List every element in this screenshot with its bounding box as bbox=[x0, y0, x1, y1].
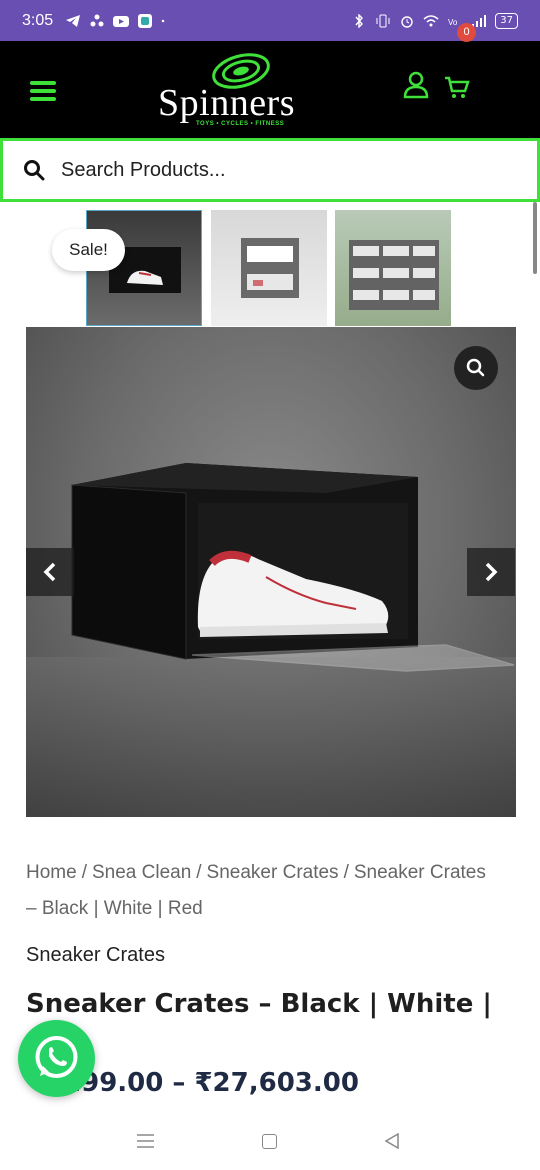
wifi-icon bbox=[423, 14, 439, 26]
main-product-image[interactable] bbox=[26, 327, 516, 817]
whatsapp-chat-button[interactable] bbox=[18, 1020, 95, 1097]
cart-icon[interactable] bbox=[444, 75, 470, 101]
menu-icon[interactable] bbox=[30, 81, 56, 101]
breadcrumb-sneaker-crates[interactable]: Sneaker Crates bbox=[207, 862, 339, 883]
status-time: 3:05 bbox=[22, 11, 54, 29]
gallery-next-button[interactable] bbox=[467, 548, 515, 596]
logo-text: Spinners bbox=[158, 82, 295, 124]
user-account-icon[interactable] bbox=[403, 71, 429, 99]
youtube-icon bbox=[113, 15, 130, 27]
crate-thumbnail-image bbox=[241, 238, 299, 298]
recents-icon[interactable] bbox=[137, 1134, 154, 1148]
whatsapp-icon bbox=[35, 1036, 78, 1078]
system-navigation-bar bbox=[0, 1112, 540, 1170]
zoom-button[interactable] bbox=[454, 346, 498, 390]
chevron-left-icon bbox=[43, 562, 56, 582]
sneaker-crate-image bbox=[26, 463, 516, 817]
zoom-search-icon bbox=[466, 358, 485, 377]
alarm-icon bbox=[401, 15, 413, 28]
chevron-right-icon bbox=[485, 562, 498, 582]
bluetooth-icon bbox=[355, 13, 364, 28]
breadcrumb-separator: / bbox=[196, 862, 202, 883]
breadcrumb-home[interactable]: Home bbox=[26, 862, 77, 883]
search-icon bbox=[24, 160, 45, 181]
search-input[interactable]: Search Products... bbox=[0, 138, 540, 202]
scrollbar[interactable] bbox=[533, 202, 537, 274]
logo-tagline: TOYS • CYCLES • FITNESS bbox=[196, 121, 285, 127]
breadcrumb-snea-clean[interactable]: Snea Clean bbox=[92, 862, 191, 883]
breadcrumb-separator: / bbox=[81, 862, 87, 883]
dot-icon bbox=[161, 19, 165, 22]
fan-icon bbox=[90, 14, 104, 26]
vibrate-icon bbox=[376, 14, 390, 27]
product-title: Sneaker Crates – Black | White | Red bbox=[26, 989, 492, 1019]
product-page: 3:05 Vo 37 Spinners TOYS • CYCLES • FITN… bbox=[0, 0, 540, 1170]
breadcrumb-separator: / bbox=[343, 862, 349, 883]
app-icon bbox=[138, 13, 153, 28]
battery-indicator: 37 bbox=[495, 12, 518, 29]
telegram-icon bbox=[66, 14, 81, 27]
home-icon[interactable] bbox=[262, 1134, 277, 1149]
crate-thumbnail-image bbox=[349, 240, 439, 310]
gallery-thumbnail[interactable] bbox=[211, 210, 327, 326]
site-header: Spinners TOYS • CYCLES • FITNESS bbox=[0, 41, 540, 138]
breadcrumb: Home / Snea Clean / Sneaker Crates / Sneaker C… bbox=[26, 855, 496, 927]
search-placeholder: Search Products... bbox=[61, 158, 226, 181]
gallery-prev-button[interactable] bbox=[26, 548, 74, 596]
svg-text:Vo: Vo bbox=[448, 18, 458, 27]
status-notification-icons bbox=[65, 13, 169, 28]
site-logo[interactable]: Spinners TOYS • CYCLES • FITNESS bbox=[158, 51, 316, 131]
status-system-icons: Vo 37 bbox=[351, 12, 518, 29]
back-icon[interactable] bbox=[384, 1133, 400, 1149]
product-category-link[interactable]: Sneaker Crates bbox=[26, 944, 165, 967]
sale-badge: Sale! bbox=[52, 229, 125, 271]
cart-count-badge: 0 bbox=[457, 23, 476, 42]
gallery-thumbnail[interactable] bbox=[335, 210, 451, 326]
